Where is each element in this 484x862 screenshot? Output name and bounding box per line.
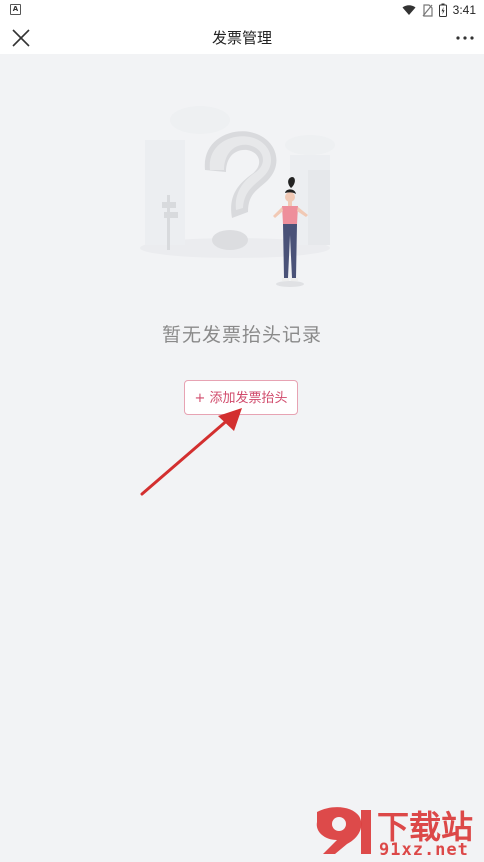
add-invoice-header-button[interactable]: + 添加发票抬头 [184,380,298,415]
status-time: 3:41 [452,3,476,17]
header-bar: 发票管理 [0,20,484,54]
watermark-logo: 下载站 91xz.net [307,802,482,860]
empty-state-message: 暂无发票抬头记录 [161,324,322,346]
wifi-icon [402,5,416,15]
no-sim-icon [422,3,433,17]
page-title: 发票管理 [211,29,272,47]
watermark-91-icon [316,807,371,854]
watermark-url: 91xz.net [379,840,469,860]
more-dots-icon [456,36,474,40]
empty-state-illustration [140,106,335,287]
more-button[interactable] [454,28,476,48]
battery-charging-icon [438,3,447,17]
notification-a-icon: A [10,4,21,15]
app-screen: A 3:41 发票管理 暂无发票抬头记录 + 添加发票抬头 下载站 91xz.n… [0,0,484,862]
status-bar: A 3:41 [0,0,484,20]
status-icons: 3:41 [402,2,476,18]
